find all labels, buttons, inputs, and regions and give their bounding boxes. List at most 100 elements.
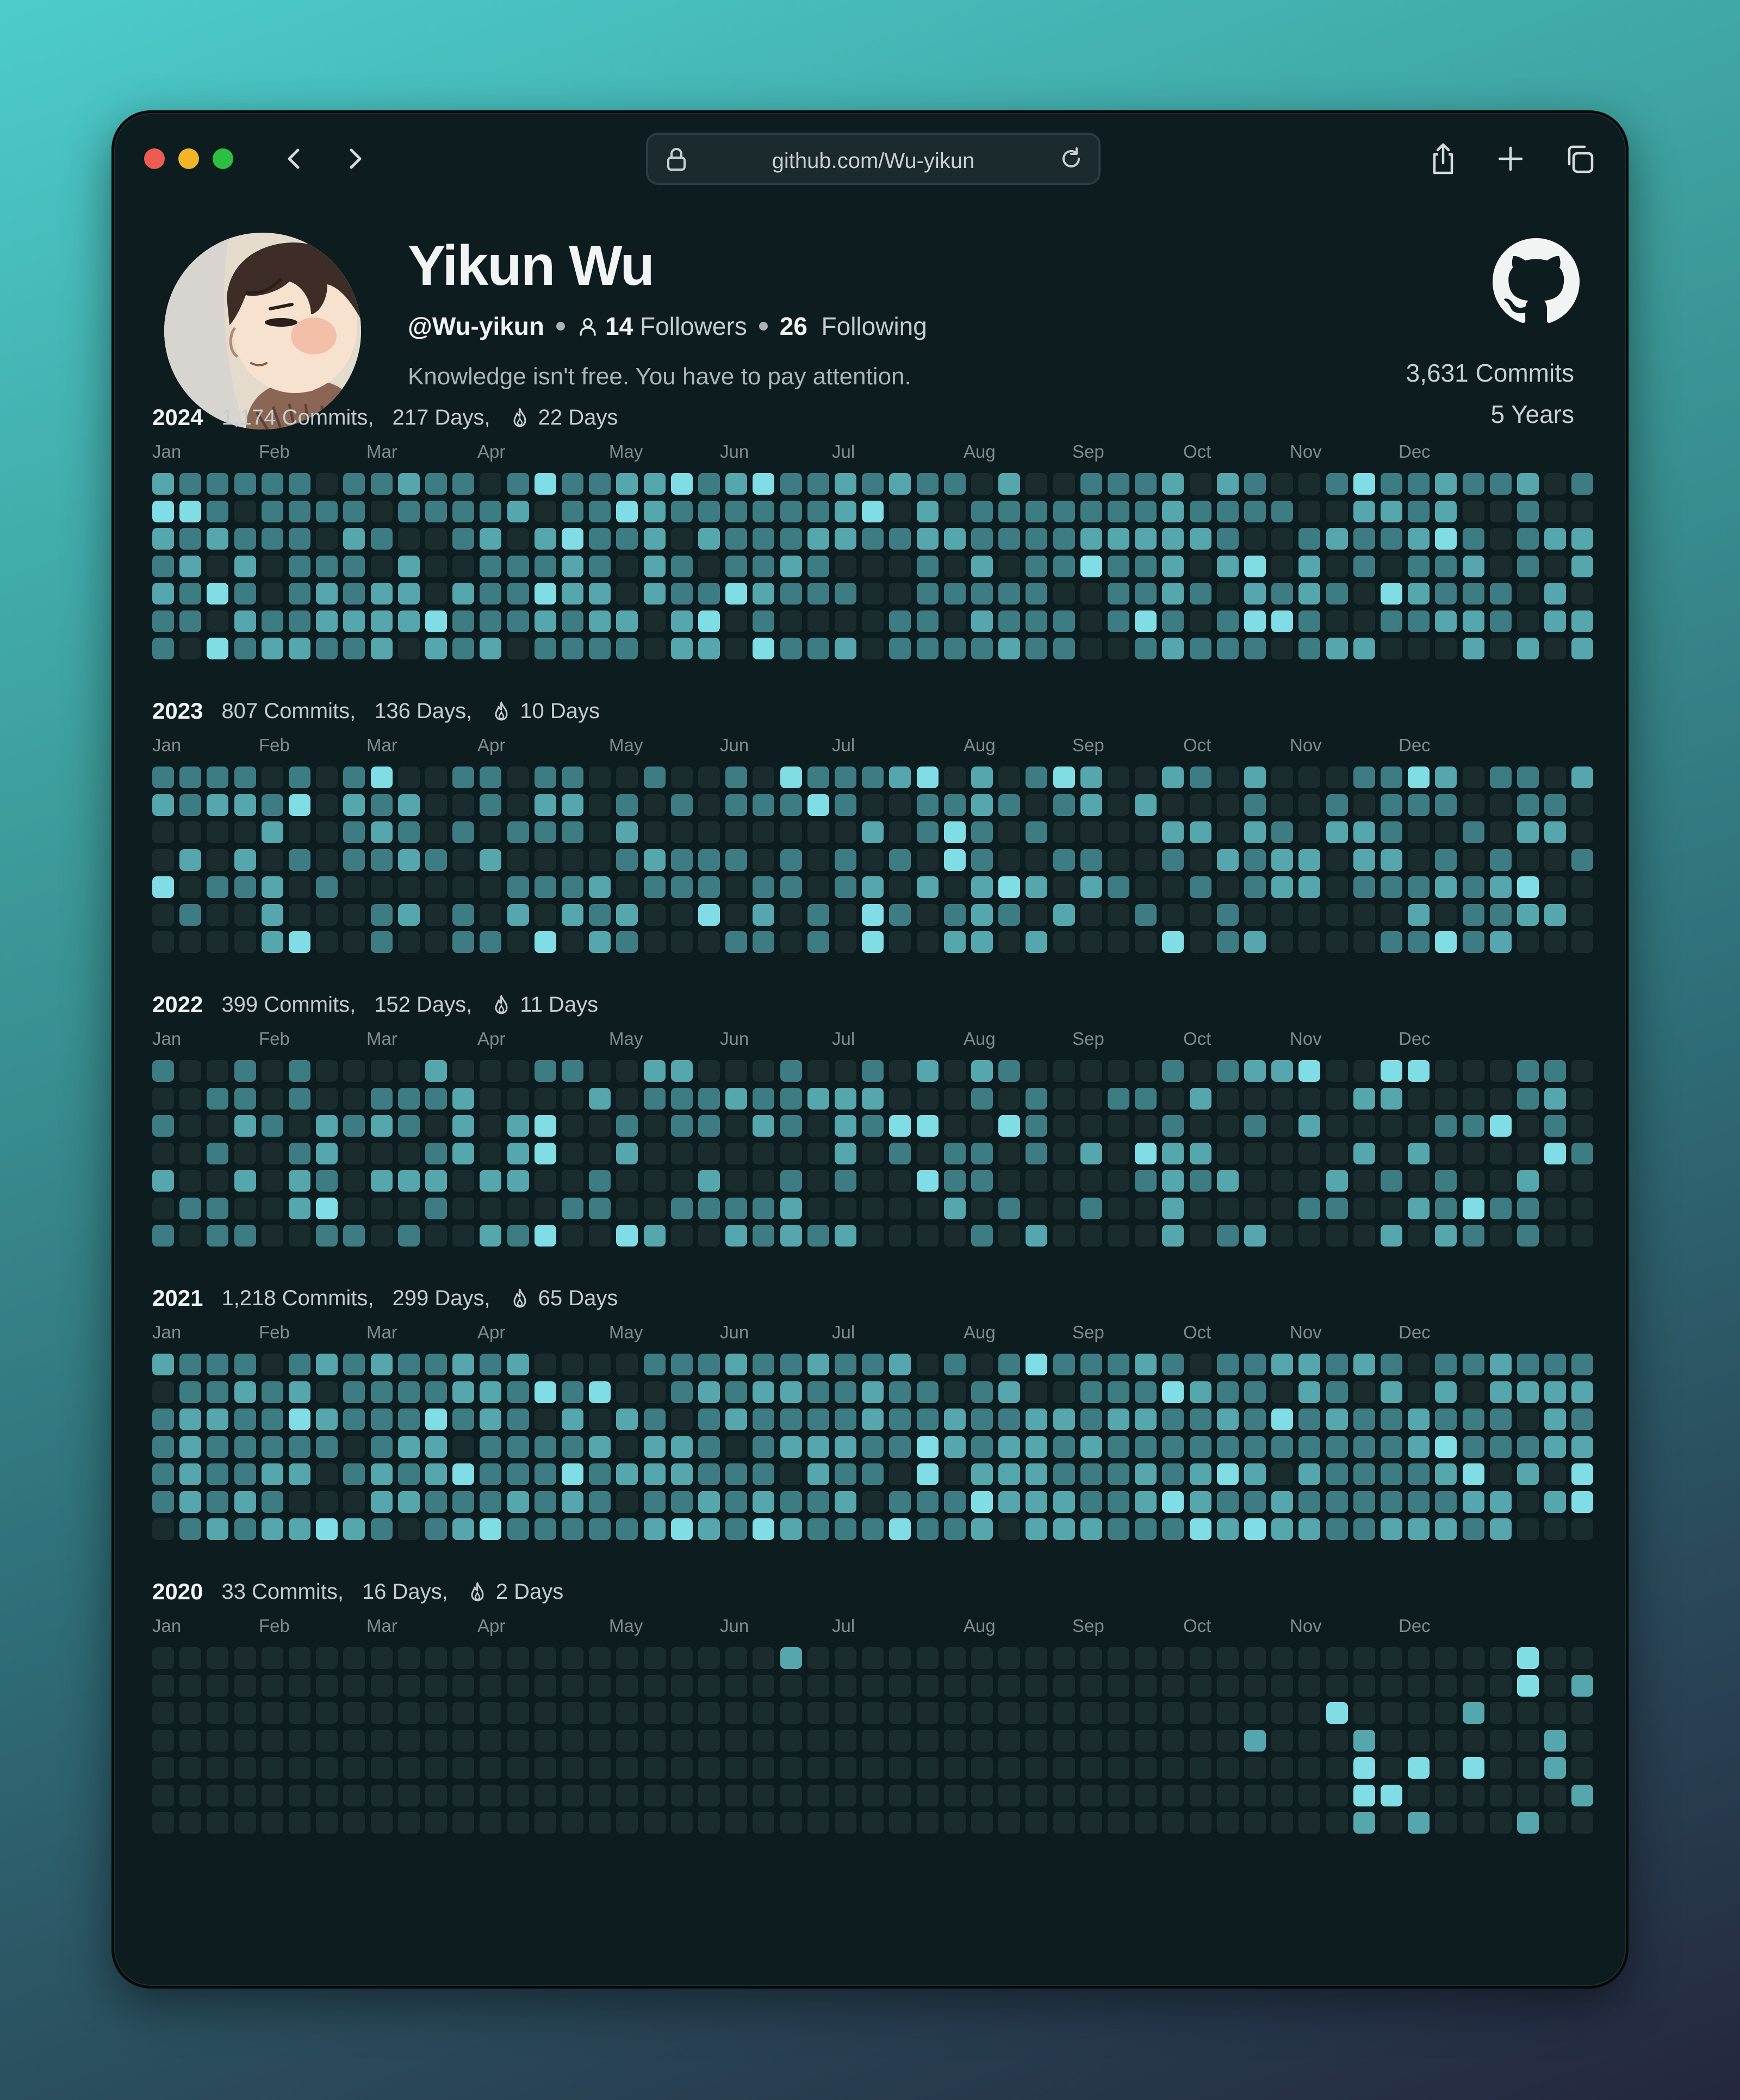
- contribution-cell[interactable]: [835, 1647, 856, 1669]
- contribution-cell[interactable]: [1162, 904, 1184, 926]
- contribution-cell[interactable]: [535, 1812, 556, 1834]
- contribution-cell[interactable]: [1353, 610, 1375, 632]
- contribution-cell[interactable]: [316, 1115, 338, 1137]
- contribution-cell[interactable]: [343, 821, 365, 843]
- contribution-cell[interactable]: [535, 583, 556, 605]
- contribution-cell[interactable]: [1271, 1381, 1293, 1403]
- contribution-cell[interactable]: [1135, 1060, 1157, 1082]
- contribution-cell[interactable]: [562, 1785, 583, 1806]
- contribution-cell[interactable]: [1463, 1812, 1484, 1834]
- contribution-cell[interactable]: [1381, 528, 1402, 550]
- contribution-cell[interactable]: [644, 1088, 666, 1110]
- contribution-cell[interactable]: [698, 1354, 720, 1375]
- contribution-cell[interactable]: [289, 1812, 310, 1834]
- contribution-cell[interactable]: [1244, 876, 1266, 898]
- contribution-cell[interactable]: [562, 794, 583, 816]
- contribution-cell[interactable]: [698, 849, 720, 871]
- contribution-cell[interactable]: [1353, 1060, 1375, 1082]
- contribution-cell[interactable]: [1517, 1060, 1539, 1082]
- contribution-cell[interactable]: [262, 1702, 283, 1724]
- year-label[interactable]: 2020: [152, 1579, 203, 1605]
- contribution-cell[interactable]: [425, 1198, 447, 1219]
- contribution-cell[interactable]: [1490, 638, 1512, 659]
- contribution-cell[interactable]: [1053, 1812, 1075, 1834]
- contribution-cell[interactable]: [1190, 1785, 1211, 1806]
- contribution-cell[interactable]: [1571, 821, 1593, 843]
- contribution-cell[interactable]: [616, 1702, 638, 1724]
- contribution-cell[interactable]: [725, 1785, 747, 1806]
- contribution-cell[interactable]: [1544, 876, 1566, 898]
- contribution-cell[interactable]: [835, 1436, 856, 1458]
- contribution-cell[interactable]: [1571, 876, 1593, 898]
- contribution-cell[interactable]: [1571, 610, 1593, 632]
- contribution-cell[interactable]: [753, 1463, 774, 1485]
- contribution-cell[interactable]: [262, 1785, 283, 1806]
- contribution-cell[interactable]: [289, 1060, 310, 1082]
- contribution-cell[interactable]: [917, 583, 939, 605]
- contribution-cell[interactable]: [780, 583, 802, 605]
- contribution-cell[interactable]: [698, 1198, 720, 1219]
- contribution-cell[interactable]: [1053, 767, 1075, 788]
- contribution-cell[interactable]: [1381, 638, 1402, 659]
- contribution-cell[interactable]: [1298, 1675, 1320, 1697]
- contribution-cell[interactable]: [1326, 1409, 1348, 1430]
- contribution-cell[interactable]: [1244, 1812, 1266, 1834]
- contribution-cell[interactable]: [316, 821, 338, 843]
- contribution-cell[interactable]: [1190, 1198, 1211, 1219]
- contribution-cell[interactable]: [698, 931, 720, 953]
- contribution-cell[interactable]: [1244, 1463, 1266, 1485]
- contribution-cell[interactable]: [1517, 821, 1539, 843]
- contribution-cell[interactable]: [971, 1647, 993, 1669]
- contribution-cell[interactable]: [998, 821, 1020, 843]
- contribution-cell[interactable]: [1244, 1675, 1266, 1697]
- contribution-cell[interactable]: [507, 1198, 529, 1219]
- contribution-cell[interactable]: [780, 1491, 802, 1513]
- contribution-cell[interactable]: [1463, 1518, 1484, 1540]
- contribution-cell[interactable]: [398, 1812, 420, 1834]
- contribution-cell[interactable]: [753, 1730, 774, 1752]
- contribution-cell[interactable]: [1298, 1785, 1320, 1806]
- contribution-cell[interactable]: [1571, 1354, 1593, 1375]
- contribution-cell[interactable]: [1271, 1812, 1293, 1834]
- contribution-cell[interactable]: [1190, 528, 1211, 550]
- contribution-cell[interactable]: [179, 1518, 201, 1540]
- contribution-cell[interactable]: [289, 1143, 310, 1164]
- contribution-cell[interactable]: [179, 1702, 201, 1724]
- contribution-cell[interactable]: [179, 876, 201, 898]
- contribution-cell[interactable]: [1271, 1170, 1293, 1192]
- contribution-cell[interactable]: [780, 556, 802, 577]
- contribution-cell[interactable]: [1162, 1730, 1184, 1752]
- contribution-cell[interactable]: [971, 1785, 993, 1806]
- contribution-cell[interactable]: [1271, 1436, 1293, 1458]
- contribution-cell[interactable]: [1517, 1088, 1539, 1110]
- contribution-cell[interactable]: [671, 1812, 693, 1834]
- contribution-cell[interactable]: [1190, 473, 1211, 495]
- contribution-cell[interactable]: [1217, 1702, 1239, 1724]
- contribution-cell[interactable]: [262, 473, 283, 495]
- contribution-cell[interactable]: [835, 1491, 856, 1513]
- contribution-cell[interactable]: [152, 1757, 174, 1779]
- contribution-cell[interactable]: [1353, 1491, 1375, 1513]
- contribution-cell[interactable]: [1053, 794, 1075, 816]
- contribution-cell[interactable]: [644, 501, 666, 522]
- contribution-cell[interactable]: [1135, 876, 1157, 898]
- contribution-cell[interactable]: [343, 610, 365, 632]
- contribution-cell[interactable]: [371, 1757, 393, 1779]
- contribution-cell[interactable]: [1217, 1088, 1239, 1110]
- contribution-cell[interactable]: [1490, 1491, 1512, 1513]
- contribution-cell[interactable]: [971, 1225, 993, 1247]
- contribution-cell[interactable]: [480, 1170, 501, 1192]
- contribution-cell[interactable]: [1162, 610, 1184, 632]
- contribution-cell[interactable]: [1135, 1757, 1157, 1779]
- contribution-cell[interactable]: [152, 501, 174, 522]
- contribution-cell[interactable]: [862, 1491, 884, 1513]
- contribution-cell[interactable]: [1026, 583, 1047, 605]
- contribution-cell[interactable]: [371, 767, 393, 788]
- contribution-cell[interactable]: [889, 904, 911, 926]
- contribution-cell[interactable]: [425, 1675, 447, 1697]
- contribution-cell[interactable]: [1326, 1785, 1348, 1806]
- contribution-cell[interactable]: [671, 1757, 693, 1779]
- contribution-cell[interactable]: [1080, 767, 1102, 788]
- contribution-cell[interactable]: [725, 1757, 747, 1779]
- contribution-cell[interactable]: [698, 1060, 720, 1082]
